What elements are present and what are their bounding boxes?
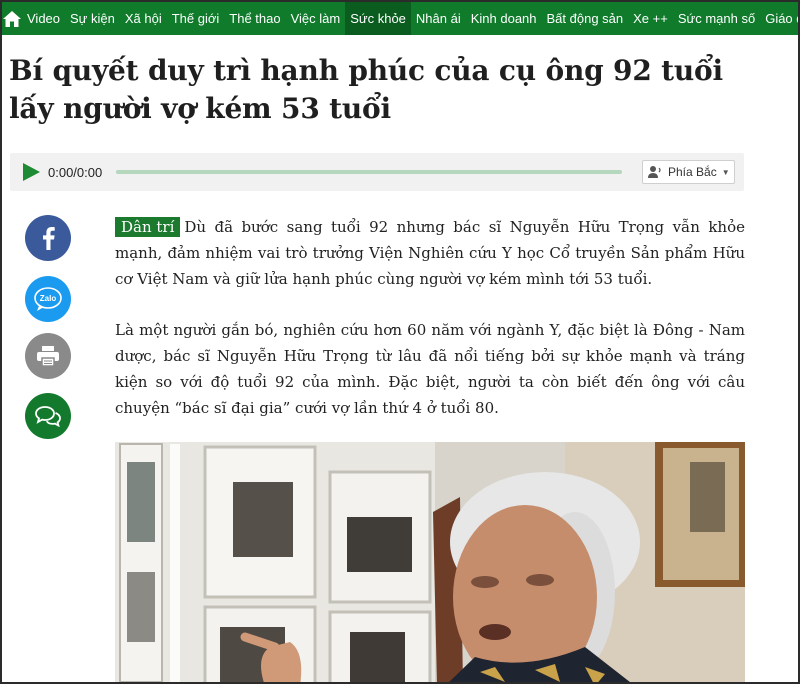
nav-item-the-gioi[interactable]: Thế giới [167,2,225,35]
article-lead-text: Dù đã bước sang tuổi 92 nhưng bác sĩ Ngu… [115,218,745,288]
nav-item-the-thao[interactable]: Thể thao [224,2,285,35]
nav-item-kinh-doanh[interactable]: Kinh doanh [466,2,542,35]
nav-item-xe[interactable]: Xe ++ [628,2,673,35]
print-button[interactable] [25,333,71,379]
nav-item-suc-khoe[interactable]: Sức khỏe [345,2,411,35]
nav-item-suc-manh-so[interactable]: Sức mạnh số [673,2,760,35]
nav-item-bat-dong-san[interactable]: Bất động sản [542,2,629,35]
comment-button[interactable] [25,393,71,439]
nav-item-su-kien[interactable]: Sự kiện [65,2,120,35]
chevron-down-icon: ▼ [721,167,730,177]
audio-progress-track[interactable] [116,170,622,174]
facebook-share-button[interactable] [25,215,71,261]
voice-select-label: Phía Bắc [668,165,717,179]
nav-item-video[interactable]: Video [22,2,65,35]
nav-item-viec-lam[interactable]: Việc làm [286,2,346,35]
article-paragraph: Là một người gắn bó, nghiên cứu hơn 60 n… [115,321,745,417]
top-navigation: Video Sự kiện Xã hội Thế giới Thể thao V… [2,2,798,35]
voice-region-select[interactable]: Phía Bắc ▼ [642,160,735,184]
zalo-label: Zalo [40,294,57,303]
speaker-person-icon [648,166,661,178]
source-badge[interactable]: Dân trí [115,217,181,237]
play-icon[interactable] [21,162,41,182]
nav-item-xa-hoi[interactable]: Xã hội [120,2,167,35]
nav-item-giao-duc[interactable]: Giáo dục [760,2,798,35]
article-photo[interactable] [115,442,745,684]
audio-player: 0:00/0:00 Phía Bắc ▼ [10,153,744,191]
nav-item-nhan-ai[interactable]: Nhân ái [411,2,466,35]
comment-bubbles-icon [35,406,61,427]
article-title: Bí quyết duy trì hạnh phúc của cụ ông 92… [9,54,723,125]
audio-time: 0:00/0:00 [48,164,103,180]
zalo-share-button[interactable]: Zalo [25,276,71,322]
home-icon[interactable] [2,2,22,35]
facebook-icon [43,227,55,250]
browser-frame: Video Sự kiện Xã hội Thế giới Thể thao V… [0,0,800,684]
printer-icon [37,346,59,367]
zalo-icon: Zalo [34,287,62,311]
article-lead: Dân trí Dù đã bước sang tuổi 92 nhưng bác… [115,214,745,292]
